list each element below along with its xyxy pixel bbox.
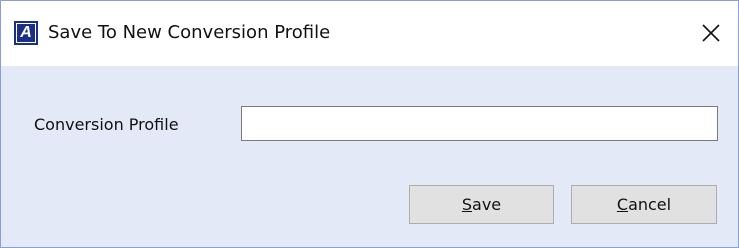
close-button[interactable] xyxy=(691,15,731,51)
conversion-profile-input[interactable] xyxy=(241,106,718,141)
save-label-rest: ave xyxy=(472,195,502,214)
app-logo-letter: A xyxy=(17,24,35,42)
save-button[interactable]: Save xyxy=(409,185,554,224)
conversion-profile-label: Conversion Profile xyxy=(34,115,179,134)
cancel-button[interactable]: Cancel xyxy=(571,185,717,224)
save-profile-dialog: A Save To New Conversion Profile Convers… xyxy=(0,0,739,248)
save-mnemonic: S xyxy=(461,195,473,214)
cancel-mnemonic: C xyxy=(616,195,629,214)
close-icon xyxy=(702,24,720,42)
app-logo-icon: A xyxy=(14,21,38,45)
dialog-title: Save To New Conversion Profile xyxy=(48,22,331,43)
cancel-label-rest: ancel xyxy=(628,195,672,214)
title-bar: A Save To New Conversion Profile xyxy=(1,1,738,66)
